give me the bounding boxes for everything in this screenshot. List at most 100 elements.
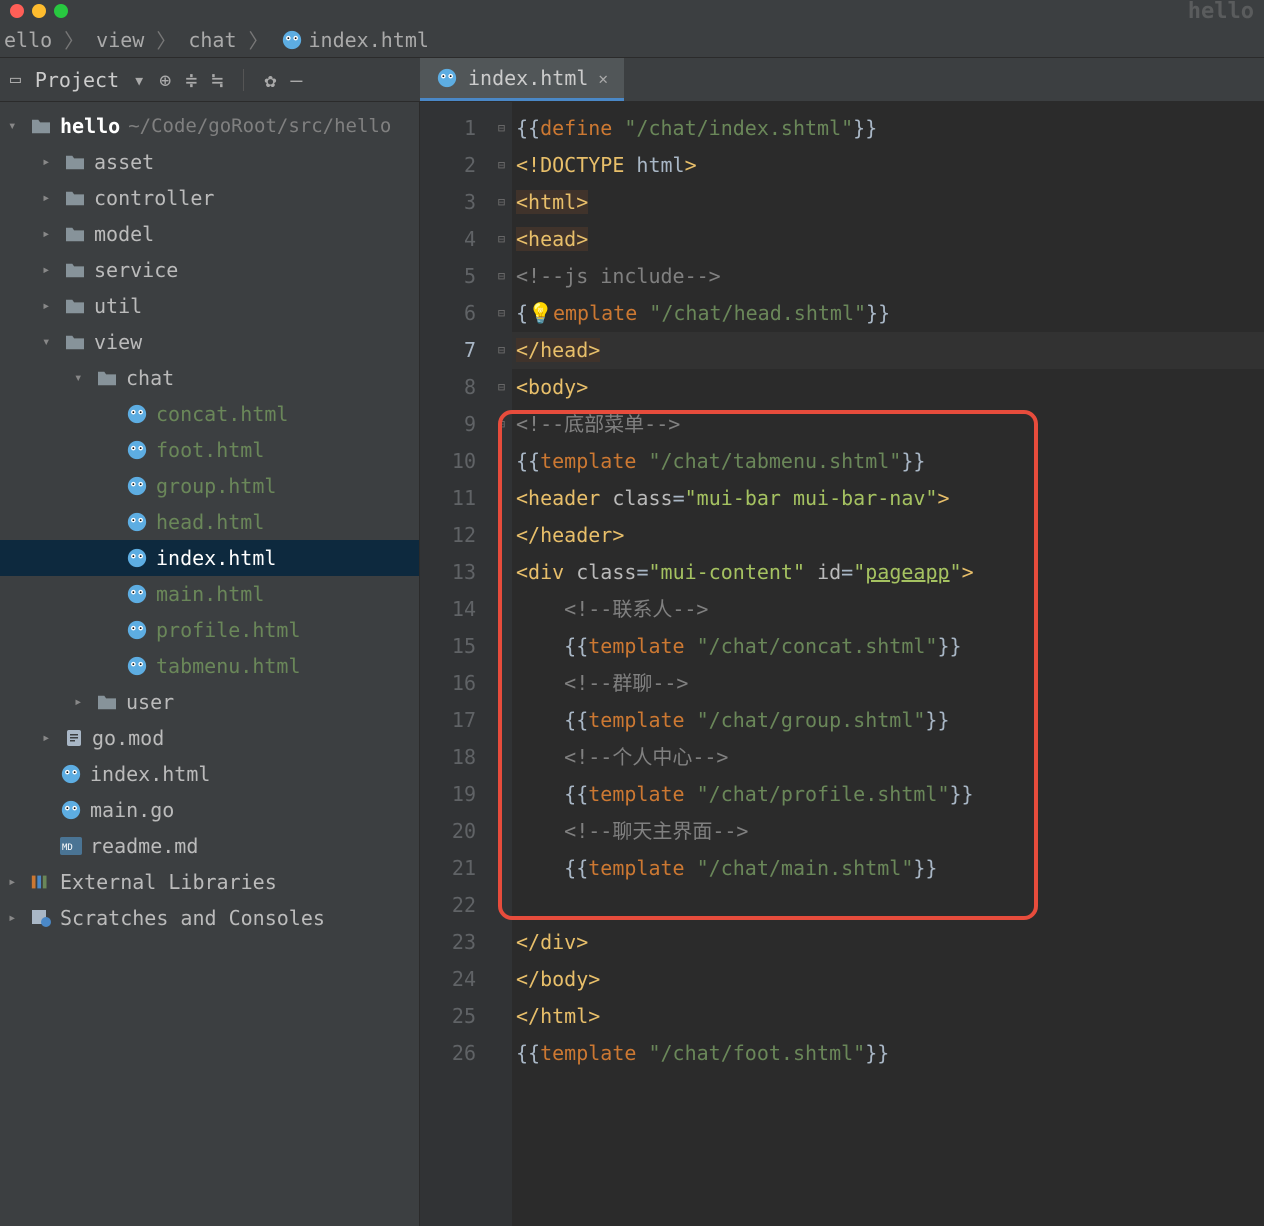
tree-label: index.html <box>156 546 276 570</box>
scratches-icon <box>30 908 52 928</box>
code-editor[interactable]: 1234567891011121314151617181920212223242… <box>420 102 1264 1226</box>
libraries-icon <box>30 872 52 892</box>
gohtml-icon <box>126 583 148 605</box>
folder-icon <box>64 153 86 171</box>
editor-tabs: index.html ✕ <box>420 58 624 101</box>
tree-label: chat <box>126 366 174 390</box>
line-number: 20 <box>420 813 476 850</box>
separator <box>243 69 244 91</box>
chevron-right-icon: ▸ <box>8 874 22 890</box>
line-number: 21 <box>420 850 476 887</box>
tree-folder-user[interactable]: ▸user <box>0 684 419 720</box>
tree-root-path: ~/Code/goRoot/src/hello <box>128 115 391 137</box>
tree-file-maingo[interactable]: main.go <box>0 792 419 828</box>
maximize-window[interactable] <box>54 4 68 18</box>
line-number: 23 <box>420 924 476 961</box>
tree-label: head.html <box>156 510 264 534</box>
line-number: 11 <box>420 480 476 517</box>
tree-file-readme[interactable]: MDreadme.md <box>0 828 419 864</box>
tree-file-tabmenu[interactable]: tabmenu.html <box>0 648 419 684</box>
tree-root-label: hello <box>60 114 120 138</box>
chevron-right-icon: 〉 <box>156 25 176 54</box>
chevron-right-icon: ▸ <box>42 730 56 746</box>
tree-folder-view[interactable]: ▾view <box>0 324 419 360</box>
chevron-right-icon: ▸ <box>42 262 56 278</box>
tree-file-gomod[interactable]: ▸ go.mod <box>0 720 419 756</box>
project-tree[interactable]: ▾ hello ~/Code/goRoot/src/hello ▸asset ▸… <box>0 102 420 1226</box>
tree-label: util <box>94 294 142 318</box>
select-opened-file-icon[interactable]: ⊕ <box>159 68 171 92</box>
line-number: 10 <box>420 443 476 480</box>
tree-label: main.go <box>90 798 174 822</box>
tree-folder-service[interactable]: ▸ service <box>0 252 419 288</box>
tree-folder-chat[interactable]: ▾chat <box>0 360 419 396</box>
line-gutter: 1234567891011121314151617181920212223242… <box>420 102 492 1226</box>
tree-label: readme.md <box>90 834 198 858</box>
tree-label: model <box>94 222 154 246</box>
tree-label: controller <box>94 186 214 210</box>
gohtml-icon <box>126 475 148 497</box>
code-area[interactable]: {{define "/chat/index.shtml"}} <!DOCTYPE… <box>512 102 1264 1226</box>
tree-label: asset <box>94 150 154 174</box>
tree-label: go.mod <box>92 726 164 750</box>
tree-file-foot[interactable]: foot.html <box>0 432 419 468</box>
breadcrumb-file-label: index.html <box>309 28 429 52</box>
tree-file-main[interactable]: main.html <box>0 576 419 612</box>
tree-file-indexhtml[interactable]: index.html <box>0 756 419 792</box>
gear-icon[interactable]: ✿ <box>264 68 276 92</box>
chevron-right-icon: ▸ <box>42 190 56 206</box>
tree-file-head[interactable]: head.html <box>0 504 419 540</box>
tab-index-html[interactable]: index.html ✕ <box>420 58 624 101</box>
tree-folder-asset[interactable]: ▸asset <box>0 144 419 180</box>
line-number: 6 <box>420 295 476 332</box>
line-number: 8 <box>420 369 476 406</box>
gohtml-icon <box>126 511 148 533</box>
tree-external-libraries[interactable]: ▸ External Libraries <box>0 864 419 900</box>
collapse-all-icon[interactable]: ≒ <box>211 68 223 92</box>
expand-all-icon[interactable]: ≑ <box>185 68 197 92</box>
breadcrumb-part[interactable]: chat <box>188 28 236 52</box>
tree-file-profile[interactable]: profile.html <box>0 612 419 648</box>
folder-icon <box>64 261 86 279</box>
gomod-icon <box>64 728 84 748</box>
breadcrumb-part[interactable]: view <box>96 28 144 52</box>
go-icon <box>60 799 82 821</box>
line-number: 4 <box>420 221 476 258</box>
tree-root[interactable]: ▾ hello ~/Code/goRoot/src/hello <box>0 108 419 144</box>
tree-folder-model[interactable]: ▸model <box>0 216 419 252</box>
window-controls <box>10 4 68 18</box>
tree-folder-util[interactable]: ▸util <box>0 288 419 324</box>
lightbulb-icon[interactable]: 💡 <box>528 301 553 325</box>
gohtml-icon <box>126 547 148 569</box>
close-window[interactable] <box>10 4 24 18</box>
line-number: 16 <box>420 665 476 702</box>
line-number: 13 <box>420 554 476 591</box>
line-number: 7 <box>420 332 476 369</box>
tree-label: user <box>126 690 174 714</box>
tree-label: service <box>94 258 178 282</box>
hide-icon[interactable]: — <box>290 68 302 92</box>
tree-file-group[interactable]: group.html <box>0 468 419 504</box>
line-number: 17 <box>420 702 476 739</box>
chevron-down-icon[interactable]: ▾ <box>133 68 145 92</box>
close-tab-icon[interactable]: ✕ <box>598 69 608 88</box>
tree-file-index[interactable]: index.html <box>0 540 419 576</box>
tree-scratches[interactable]: ▸Scratches and Consoles <box>0 900 419 936</box>
breadcrumb-file[interactable]: index.html <box>281 28 429 52</box>
minimize-window[interactable] <box>32 4 46 18</box>
chevron-right-icon: ▸ <box>8 910 22 926</box>
tree-label: main.html <box>156 582 264 606</box>
project-toolbar: ▭ Project ▾ ⊕ ≑ ≒ ✿ — <box>0 68 420 92</box>
breadcrumb-part[interactable]: ello <box>4 28 52 52</box>
folder-icon <box>96 693 118 711</box>
gohtml-icon <box>126 619 148 641</box>
tree-file-concat[interactable]: concat.html <box>0 396 419 432</box>
gohtml-icon <box>126 655 148 677</box>
gohtml-icon <box>126 439 148 461</box>
line-number: 3 <box>420 184 476 221</box>
project-dropdown[interactable]: Project <box>35 68 119 92</box>
tree-folder-controller[interactable]: ▸ controller <box>0 180 419 216</box>
line-number: 22 <box>420 887 476 924</box>
tree-label: External Libraries <box>60 870 277 894</box>
tree-label: foot.html <box>156 438 264 462</box>
